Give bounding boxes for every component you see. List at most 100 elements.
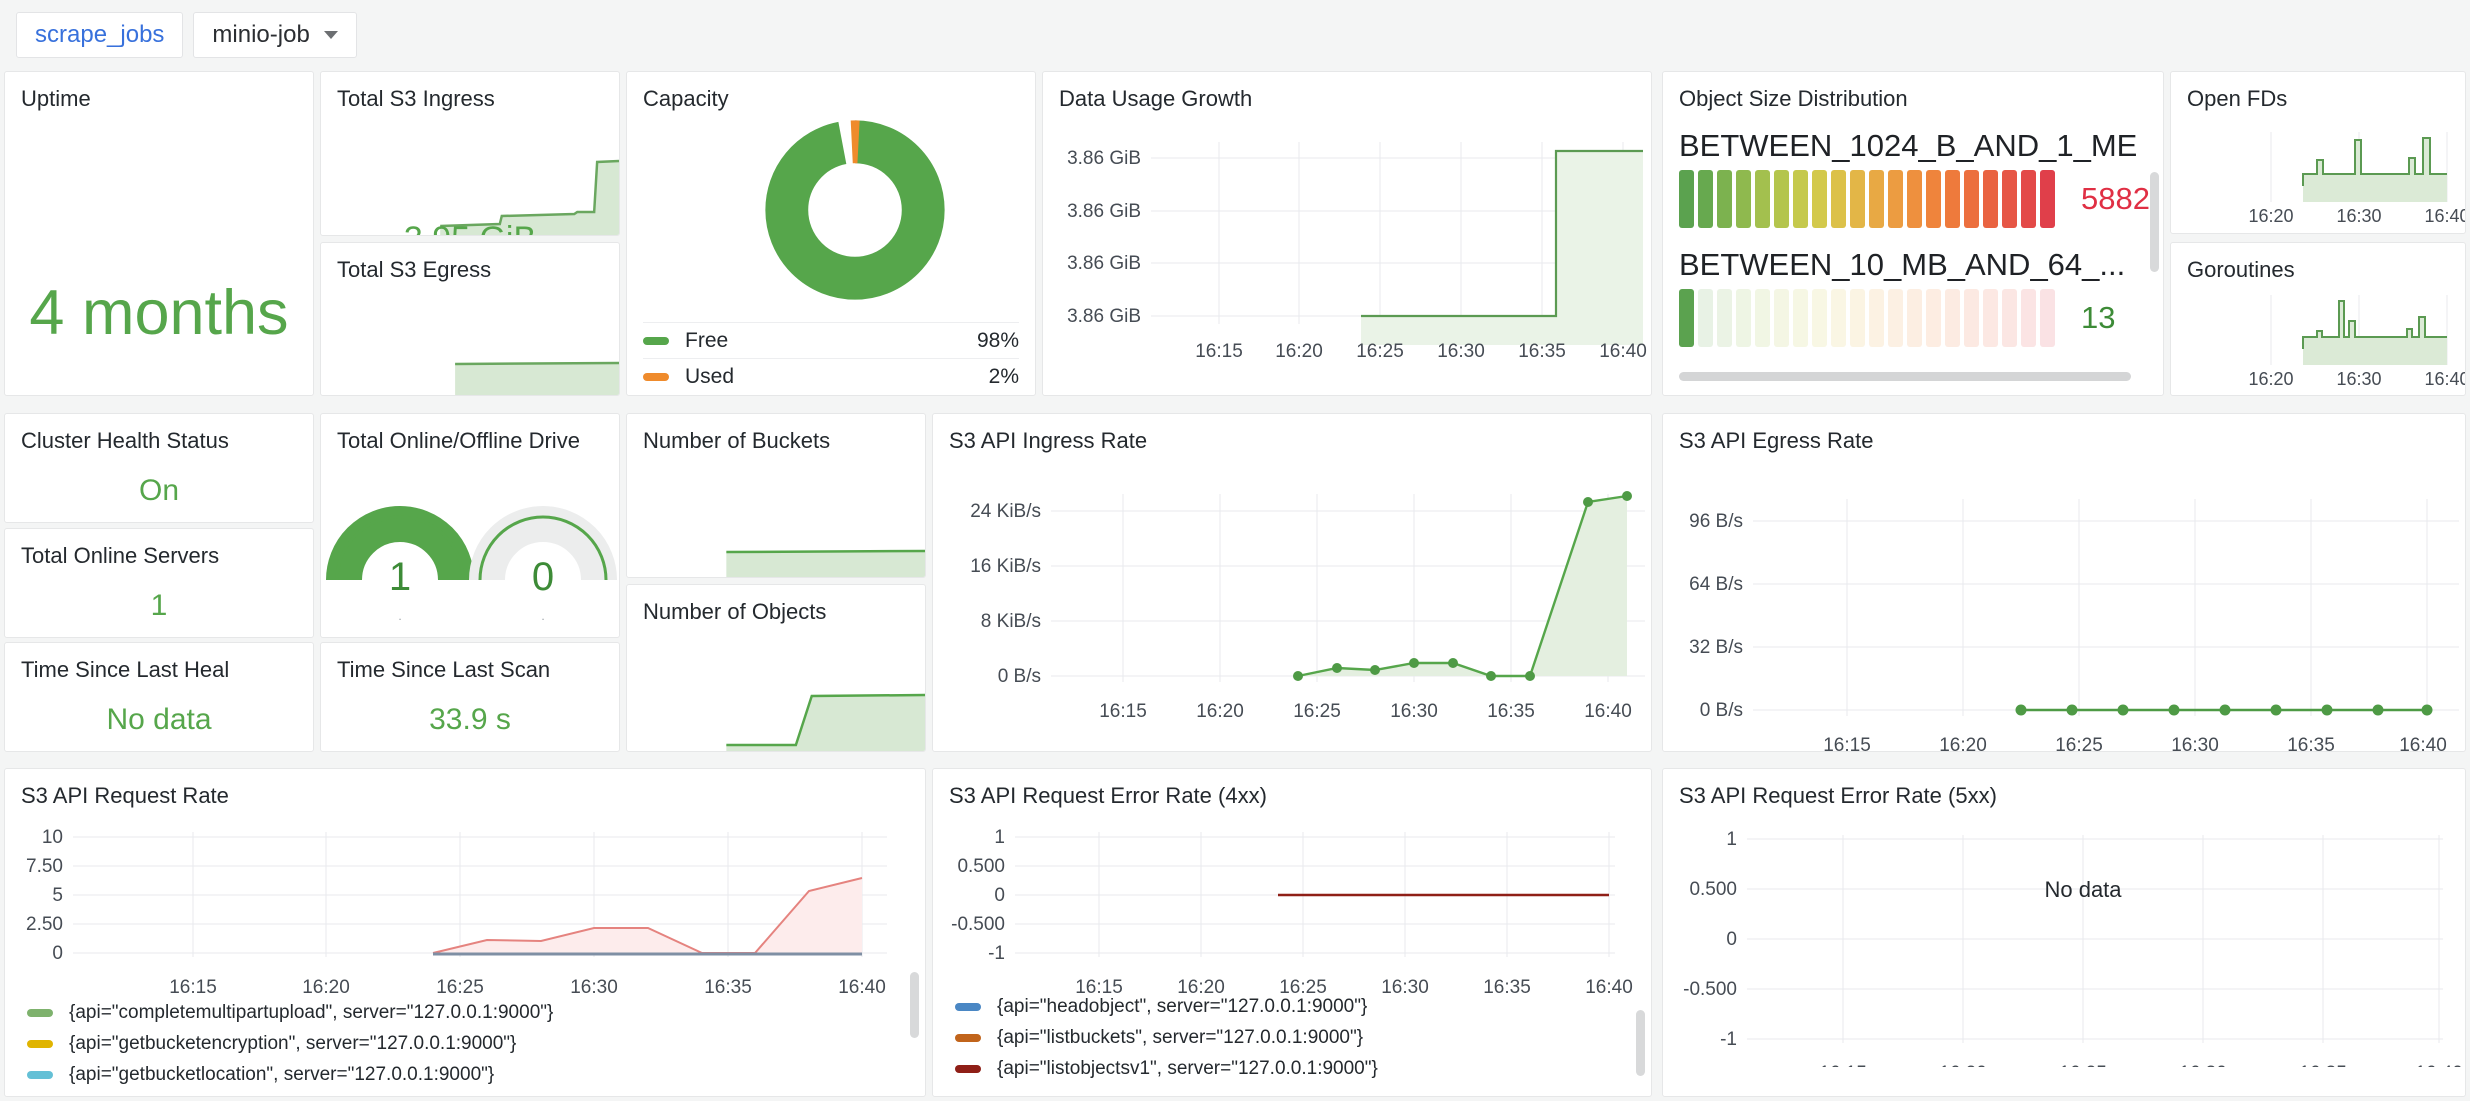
x-tick: 16:35 — [1487, 701, 1535, 722]
legend-swatch-listbuckets — [955, 1034, 981, 1042]
error-4xx-legend-scrollbar[interactable] — [1636, 1010, 1645, 1076]
gauge-online-value: 1 — [389, 555, 411, 599]
panel-number-of-objects[interactable]: Number of Objects 7.02 K — [626, 584, 926, 752]
variable-label-text: scrape_jobs — [35, 21, 164, 49]
capacity-legend-row[interactable]: Used 2% — [643, 358, 1019, 394]
panel-total-s3-egress[interactable]: Total S3 Egress 6.02 GiB — [320, 242, 620, 396]
bar-gauge-label: BETWEEN_10_MB_AND_64_... — [1679, 247, 2147, 283]
x-tick: 16:15 — [1823, 735, 1871, 752]
s3-api-error-5xx-chart: No data 1 0.500 0 -0.500 -1 16:15 16:20 … — [1663, 807, 2466, 1067]
object-size-vertical-scrollbar[interactable] — [2150, 172, 2159, 272]
capacity-donut-chart — [765, 120, 945, 300]
x-tick: 16:30 — [2336, 206, 2381, 226]
bar-gauge-row[interactable]: BETWEEN_1024_B_AND_1_ME 5882 — [1663, 128, 2163, 228]
request-rate-legend-scrollbar[interactable] — [910, 972, 919, 1038]
x-tick: 16:30 — [2336, 369, 2381, 389]
y-tick: 96 B/s — [1689, 511, 1743, 532]
x-tick: 16:30 — [2179, 1063, 2227, 1067]
legend-swatch-used — [643, 373, 669, 381]
panel-time-since-last-heal[interactable]: Time Since Last Heal No data — [4, 642, 314, 752]
panel-total-online-servers[interactable]: Total Online Servers 1 — [4, 528, 314, 638]
panel-s3-api-egress-rate[interactable]: S3 API Egress Rate 96 B/s 64 B/ — [1662, 413, 2466, 752]
y-tick: -1 — [988, 943, 1005, 964]
y-tick: 0 B/s — [998, 666, 1041, 687]
y-tick: -0.500 — [1683, 979, 1737, 1000]
time-since-last-heal-value: No data — [5, 703, 313, 737]
y-tick: 0.500 — [1689, 879, 1737, 900]
x-tick: 16:25 — [2059, 1063, 2107, 1067]
panel-capacity[interactable]: Capacity Free 98% Used 2% — [626, 71, 1036, 396]
bar-gauge-cell — [2021, 289, 2036, 347]
s3-api-egress-rate-chart: 96 B/s 64 B/s 32 B/s 0 B/s 16:15 16:20 1… — [1663, 454, 2466, 752]
variable-scrape-jobs-select[interactable]: minio-job — [193, 12, 356, 58]
bar-gauge-cell — [1736, 289, 1751, 347]
panel-cluster-health-status[interactable]: Cluster Health Status On — [4, 413, 314, 523]
bar-gauge-cell — [1907, 170, 1922, 228]
bar-gauge-cell — [1679, 289, 1694, 347]
bar-gauge-cell — [1869, 289, 1884, 347]
bar-gauge-bars: 5882 — [1679, 170, 2147, 228]
panel-title-number-of-buckets: Number of Buckets — [627, 414, 925, 454]
bar-gauge-cell — [1736, 170, 1751, 228]
y-tick: 32 B/s — [1689, 637, 1743, 658]
bar-gauge-label: BETWEEN_1024_B_AND_1_ME — [1679, 128, 2147, 164]
y-tick: 0.500 — [957, 856, 1005, 877]
x-tick: 16:20 — [2248, 369, 2293, 389]
panel-title-s3-api-ingress-rate: S3 API Ingress Rate — [933, 414, 1651, 454]
chevron-down-icon — [324, 31, 338, 39]
variable-bar: scrape_jobs minio-job — [0, 0, 2470, 66]
x-tick: 16:20 — [1275, 341, 1323, 362]
legend-item[interactable]: {api="getbucketlocation", server="127.0.… — [27, 1059, 925, 1090]
panel-s3-api-error-rate-4xx[interactable]: S3 API Request Error Rate (4xx) 1 0.500 … — [932, 768, 1652, 1097]
panel-title-s3-api-error-rate-4xx: S3 API Request Error Rate (4xx) — [933, 769, 1651, 809]
bar-gauge-value: 5882 — [2081, 181, 2150, 217]
x-tick: 16:30 — [1390, 701, 1438, 722]
panel-data-usage-growth[interactable]: Data Usage Growth 3.86 GiB 3.86 GiB 3.86… — [1042, 71, 1652, 396]
y-tick: -1 — [1720, 1029, 1737, 1050]
panel-title-s3-api-error-rate-5xx: S3 API Request Error Rate (5xx) — [1663, 769, 2465, 809]
x-tick: 16:40 — [2424, 206, 2466, 226]
panel-total-s3-ingress[interactable]: Total S3 Ingress 3.95 GiB — [320, 71, 620, 236]
panel-goroutines[interactable]: Goroutines 16:20 16:30 16:40 — [2170, 242, 2466, 396]
x-tick: 16:35 — [1518, 341, 1566, 362]
x-tick: 16:25 — [1293, 701, 1341, 722]
capacity-legend-row[interactable]: Free 98% — [643, 322, 1019, 358]
object-size-horizontal-scrollbar[interactable] — [1679, 372, 2131, 381]
legend-item[interactable]: {api="headobject", server="127.0.0.1:900… — [955, 991, 1651, 1022]
panel-s3-api-ingress-rate[interactable]: S3 API Ingress Rate 24 KiB/s — [932, 413, 1652, 752]
panel-title-object-size-distribution: Object Size Distribution — [1663, 72, 2163, 112]
panel-time-since-last-scan[interactable]: Time Since Last Scan 33.9 s — [320, 642, 620, 752]
bar-gauge-cell — [1774, 289, 1789, 347]
x-tick: 16:35 — [2299, 1063, 2347, 1067]
time-since-last-scan-value: 33.9 s — [321, 703, 619, 737]
panel-s3-api-error-rate-5xx[interactable]: S3 API Request Error Rate (5xx) No data … — [1662, 768, 2466, 1097]
goroutines-chart: 16:20 16:30 16:40 — [2171, 285, 2466, 395]
variable-selected-value: minio-job — [212, 21, 309, 49]
gauge-offline-tick: . — [541, 609, 544, 623]
x-tick: 16:20 — [1939, 735, 1987, 752]
capacity-legend: Free 98% Used 2% — [643, 322, 1019, 394]
legend-item[interactable]: {api="listobjectsv1", server="127.0.0.1:… — [955, 1053, 1651, 1084]
variable-scrape-jobs-label[interactable]: scrape_jobs — [16, 12, 183, 58]
bar-gauge-row[interactable]: BETWEEN_10_MB_AND_64_... 13 — [1663, 247, 2163, 347]
panel-open-fds[interactable]: Open FDs 16:20 16:30 16:40 — [2170, 71, 2466, 234]
panel-total-online-offline-drives[interactable]: Total Online/Offline Drive 1 . 0 . — [320, 413, 620, 638]
legend-item[interactable]: {api="getbucketencryption", server="127.… — [27, 1028, 925, 1059]
legend-item[interactable]: {api="listbuckets", server="127.0.0.1:90… — [955, 1022, 1651, 1053]
legend-label: {api="listbuckets", server="127.0.0.1:90… — [997, 1027, 1363, 1049]
bar-gauge-cell — [1926, 170, 1941, 228]
panel-title-total-s3-ingress: Total S3 Ingress — [321, 72, 619, 112]
panel-object-size-distribution[interactable]: Object Size Distribution BETWEEN_1024_B_… — [1662, 71, 2164, 396]
s3-api-request-rate-legend: {api="completemultipartupload", server="… — [5, 991, 925, 1090]
legend-swatch-headobject — [955, 1003, 981, 1011]
legend-item[interactable]: {api="completemultipartupload", server="… — [27, 997, 925, 1028]
x-tick: 16:20 — [2248, 206, 2293, 226]
y-tick: 7.50 — [26, 856, 63, 877]
panel-title-goroutines: Goroutines — [2171, 243, 2465, 283]
panel-title-data-usage-growth: Data Usage Growth — [1043, 72, 1651, 112]
bar-gauge-cell — [2040, 170, 2055, 228]
panel-uptime[interactable]: Uptime 4 months — [4, 71, 314, 396]
panel-s3-api-request-rate[interactable]: S3 API Request Rate 10 7.50 5 2.50 — [4, 768, 926, 1097]
panel-number-of-buckets[interactable]: Number of Buckets 3 — [626, 413, 926, 578]
buckets-sparkline — [627, 547, 925, 577]
